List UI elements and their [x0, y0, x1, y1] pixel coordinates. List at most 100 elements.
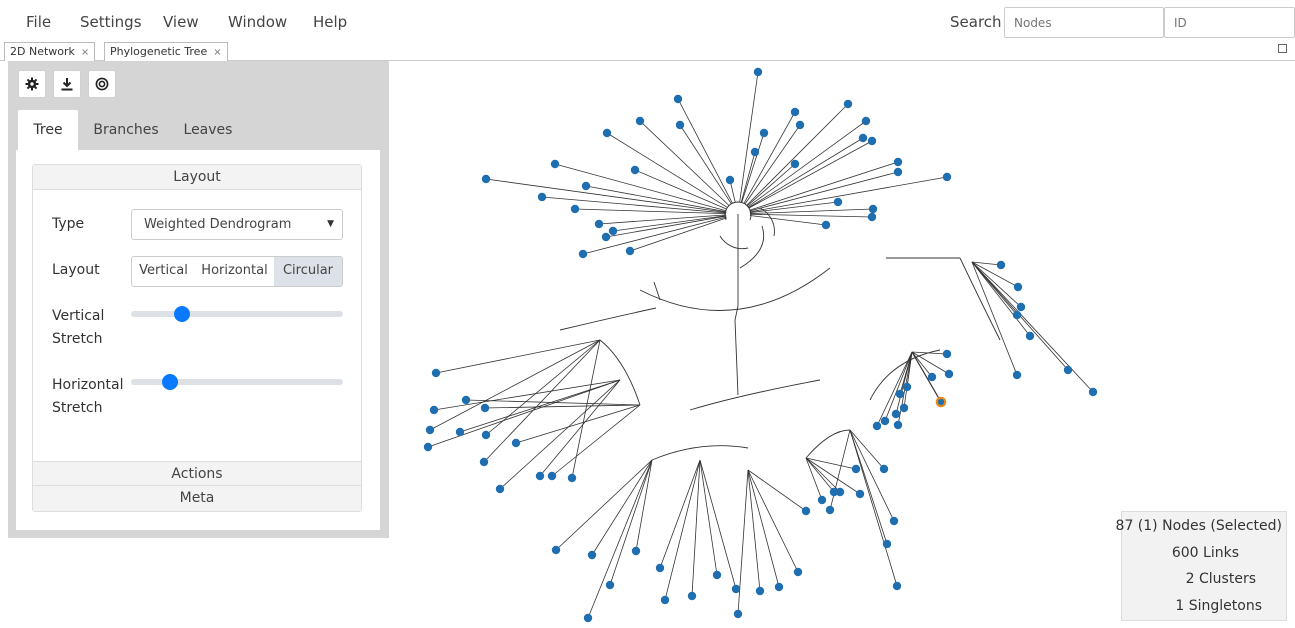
leaf-node[interactable] — [795, 120, 805, 130]
leaf-node[interactable] — [851, 464, 861, 474]
type-select[interactable]: Weighted Dendrogram ▼ — [131, 209, 343, 240]
leaf-node[interactable] — [893, 167, 903, 177]
leaf-node[interactable] — [793, 567, 803, 577]
leaf-node[interactable] — [755, 586, 765, 596]
search-id-input[interactable] — [1164, 7, 1295, 38]
leaf-node[interactable] — [879, 464, 889, 474]
close-icon[interactable]: × — [81, 47, 89, 58]
leaf-node[interactable] — [425, 425, 435, 435]
vertical-stretch-thumb[interactable] — [174, 306, 191, 322]
leaf-node[interactable] — [537, 192, 547, 202]
leaf-node[interactable] — [855, 489, 865, 499]
leaf-node[interactable] — [423, 442, 433, 452]
leaf-node[interactable] — [480, 403, 490, 413]
leaf-node[interactable] — [625, 246, 635, 256]
vertical-stretch-slider[interactable] — [131, 306, 343, 322]
leaf-node[interactable] — [550, 159, 560, 169]
tab-leaves[interactable]: Leaves — [176, 110, 240, 150]
leaf-node[interactable] — [605, 580, 615, 590]
tab-2d-network[interactable]: 2D Network × — [4, 42, 96, 61]
leaf-node[interactable] — [1012, 310, 1022, 320]
leaf-node[interactable] — [601, 232, 611, 242]
leaf-node[interactable] — [891, 409, 901, 419]
leaf-node[interactable] — [551, 545, 561, 555]
leaf-node[interactable] — [867, 136, 877, 146]
leaf-node[interactable] — [733, 609, 743, 619]
leaf-node[interactable] — [429, 405, 439, 415]
leaf-node[interactable] — [587, 550, 597, 560]
menu-file[interactable]: File — [26, 13, 51, 31]
menu-window[interactable]: Window — [228, 13, 287, 31]
leaf-node[interactable] — [481, 174, 491, 184]
leaf-node[interactable] — [461, 395, 471, 405]
leaf-node[interactable] — [481, 430, 491, 440]
leaf-node[interactable] — [1025, 331, 1035, 341]
leaf-node[interactable] — [942, 172, 952, 182]
selected-leaf-node[interactable] — [935, 396, 947, 408]
actions-section-header[interactable]: Actions — [33, 461, 361, 486]
leaf-node[interactable] — [868, 204, 878, 214]
leaf-node[interactable] — [581, 181, 591, 191]
leaf-node[interactable] — [1016, 302, 1026, 312]
leaf-node[interactable] — [892, 581, 902, 591]
leaf-node[interactable] — [1063, 365, 1073, 375]
leaf-node[interactable] — [602, 128, 612, 138]
leaf-node[interactable] — [630, 165, 640, 175]
leaf-node[interactable] — [725, 175, 735, 185]
leaf-node[interactable] — [583, 613, 593, 623]
leaf-node[interactable] — [631, 546, 641, 556]
layout-circular-button[interactable]: Circular — [274, 257, 342, 286]
leaf-node[interactable] — [825, 505, 835, 515]
leaf-node[interactable] — [660, 595, 670, 605]
leaf-node[interactable] — [861, 116, 871, 126]
leaf-node[interactable] — [1088, 387, 1098, 397]
leaf-node[interactable] — [1013, 282, 1023, 292]
tab-branches[interactable]: Branches — [88, 110, 164, 150]
leaf-node[interactable] — [455, 427, 465, 437]
search-nodes-input[interactable] — [1004, 7, 1164, 38]
leaf-node[interactable] — [673, 94, 683, 104]
meta-section-header[interactable]: Meta — [33, 486, 361, 511]
leaf-node[interactable] — [774, 582, 784, 592]
leaf-node[interactable] — [821, 220, 831, 230]
leaf-node[interactable] — [635, 116, 645, 126]
leaf-node[interactable] — [790, 107, 800, 117]
leaf-node[interactable] — [731, 584, 741, 594]
leaf-node[interactable] — [712, 570, 722, 580]
leaf-node[interactable] — [882, 539, 892, 549]
leaf-node[interactable] — [944, 369, 954, 379]
leaf-node[interactable] — [790, 159, 800, 169]
leaf-node[interactable] — [899, 403, 909, 413]
leaf-node[interactable] — [594, 219, 604, 229]
maximize-icon[interactable] — [1278, 44, 1287, 53]
leaf-node[interactable] — [927, 372, 937, 382]
leaf-node[interactable] — [495, 484, 505, 494]
leaf-node[interactable] — [535, 471, 545, 481]
menu-view[interactable]: View — [163, 13, 199, 31]
leaf-node[interactable] — [893, 157, 903, 167]
horizontal-stretch-thumb[interactable] — [162, 374, 179, 390]
menu-settings[interactable]: Settings — [80, 13, 142, 31]
leaf-node[interactable] — [858, 133, 868, 143]
leaf-node[interactable] — [801, 506, 811, 516]
leaf-node[interactable] — [675, 120, 685, 130]
leaf-node[interactable] — [655, 563, 665, 573]
leaf-node[interactable] — [759, 128, 769, 138]
leaf-node[interactable] — [843, 99, 853, 109]
leaf-node[interactable] — [753, 67, 763, 77]
leaf-node[interactable] — [750, 147, 760, 157]
leaf-node[interactable] — [902, 382, 912, 392]
layout-vertical-button[interactable]: Vertical — [132, 257, 195, 286]
settings-button[interactable] — [18, 70, 46, 98]
leaf-node[interactable] — [1012, 370, 1022, 380]
leaf-node[interactable] — [895, 389, 905, 399]
leaf-node[interactable] — [479, 457, 489, 467]
leaf-node[interactable] — [942, 349, 952, 359]
leaf-node[interactable] — [996, 260, 1006, 270]
leaf-node[interactable] — [431, 368, 441, 378]
leaf-node[interactable] — [867, 212, 877, 222]
leaf-node[interactable] — [889, 516, 899, 526]
tab-tree[interactable]: Tree — [18, 110, 78, 150]
leaf-node[interactable] — [547, 471, 557, 481]
tab-phylogenetic-tree[interactable]: Phylogenetic Tree × — [104, 42, 228, 61]
